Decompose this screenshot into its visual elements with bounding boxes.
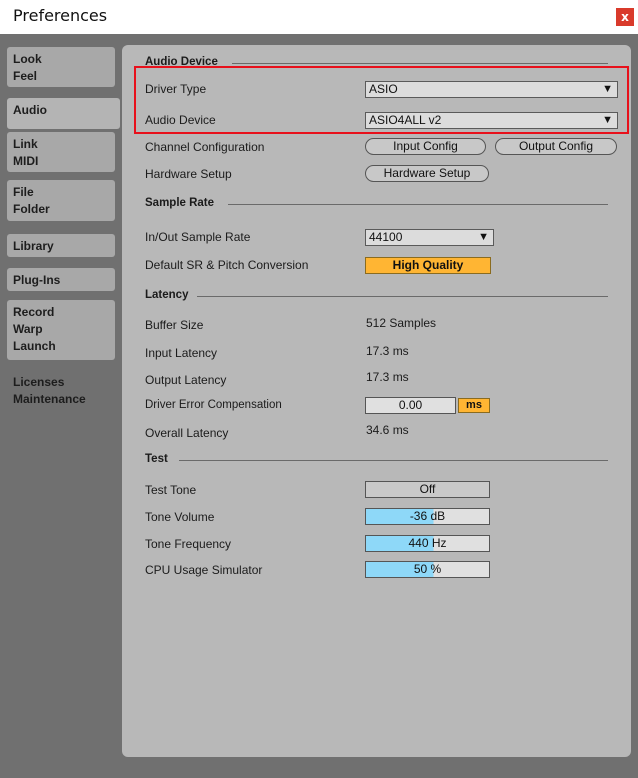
section-latency: Latency	[145, 289, 189, 301]
section-audio-device: Audio Device	[145, 56, 218, 68]
test-tone-label: Test Tone	[145, 483, 197, 497]
tab-label: Warp	[13, 322, 43, 336]
tab-file-folder[interactable]: File Folder	[7, 180, 115, 221]
tab-audio[interactable]: Audio	[7, 98, 120, 129]
dropdown-arrow-icon: ▼	[478, 231, 489, 243]
tab-label: Folder	[13, 202, 50, 216]
overall-latency-value: 34.6 ms	[366, 423, 409, 437]
window-title: Preferences	[13, 6, 108, 25]
divider	[232, 63, 608, 64]
close-icon[interactable]: x	[616, 8, 634, 26]
output-config-button[interactable]: Output Config	[495, 138, 617, 155]
section-test: Test	[145, 453, 168, 465]
input-config-button[interactable]: Input Config	[365, 138, 486, 155]
driver-type-value: ASIO	[369, 82, 398, 96]
ms-unit-badge: ms	[458, 398, 490, 413]
divider	[179, 460, 608, 461]
tab-label: Link	[13, 137, 38, 151]
default-sr-label: Default SR & Pitch Conversion	[145, 258, 309, 272]
tab-label: Licenses	[13, 375, 65, 389]
output-latency-label: Output Latency	[145, 373, 227, 387]
tab-library[interactable]: Library	[7, 234, 115, 257]
tab-label: Library	[13, 239, 54, 253]
cpu-usage-simulator-label: CPU Usage Simulator	[145, 563, 263, 577]
sample-rate-dropdown[interactable]: 44100 ▼	[365, 229, 494, 246]
tab-label: Record	[13, 305, 55, 319]
tone-volume-field[interactable]: -36 dB	[365, 508, 490, 525]
overall-latency-label: Overall Latency	[145, 426, 229, 440]
tab-label: File	[13, 185, 34, 199]
output-latency-value: 17.3 ms	[366, 370, 409, 384]
input-latency-value: 17.3 ms	[366, 344, 409, 358]
cpu-usage-simulator-field[interactable]: 50 %	[365, 561, 490, 578]
tab-label: Maintenance	[13, 392, 86, 406]
tab-record-warp-launch[interactable]: Record Warp Launch	[7, 300, 115, 360]
buffer-size-value[interactable]: 512 Samples	[366, 316, 436, 330]
tab-label: Launch	[13, 339, 56, 353]
inout-sample-rate-label: In/Out Sample Rate	[145, 230, 251, 244]
driver-error-compensation-field[interactable]: 0.00	[365, 397, 456, 414]
tone-frequency-label: Tone Frequency	[145, 537, 232, 551]
tab-label: Feel	[13, 69, 38, 83]
divider	[197, 296, 608, 297]
tab-look-feel[interactable]: Look Feel	[7, 47, 115, 87]
pitch-conversion-toggle[interactable]: High Quality	[365, 257, 491, 274]
section-sample-rate: Sample Rate	[145, 197, 215, 209]
tab-plug-ins[interactable]: Plug-Ins	[7, 268, 115, 291]
input-latency-label: Input Latency	[145, 346, 218, 360]
tab-label: Audio	[13, 103, 47, 117]
driver-type-label: Driver Type	[145, 82, 207, 96]
driver-error-compensation-label: Driver Error Compensation	[145, 399, 282, 411]
test-tone-toggle[interactable]: Off	[365, 481, 490, 498]
audio-device-dropdown[interactable]: ASIO4ALL v2 ▼	[365, 112, 618, 129]
tab-link-midi[interactable]: Link MIDI	[7, 132, 115, 172]
sample-rate-value: 44100	[369, 230, 403, 244]
channel-configuration-label: Channel Configuration	[145, 140, 265, 154]
dropdown-arrow-icon: ▼	[602, 83, 613, 95]
audio-device-label: Audio Device	[145, 113, 216, 127]
divider	[228, 204, 608, 205]
tone-frequency-field[interactable]: 440 Hz	[365, 535, 490, 552]
buffer-size-label: Buffer Size	[145, 318, 204, 332]
driver-type-dropdown[interactable]: ASIO ▼	[365, 81, 618, 98]
audio-device-value: ASIO4ALL v2	[369, 113, 442, 127]
tone-volume-label: Tone Volume	[145, 510, 215, 524]
hardware-setup-label: Hardware Setup	[145, 167, 232, 181]
tab-licenses-maintenance[interactable]: Licenses Maintenance	[7, 370, 115, 410]
hardware-setup-button[interactable]: Hardware Setup	[365, 165, 489, 182]
dropdown-arrow-icon: ▼	[602, 114, 613, 126]
tab-label: Plug-Ins	[13, 273, 61, 287]
title-bar: Preferences x	[0, 0, 638, 34]
tab-label: Look	[13, 52, 42, 66]
tab-label: MIDI	[13, 154, 39, 168]
